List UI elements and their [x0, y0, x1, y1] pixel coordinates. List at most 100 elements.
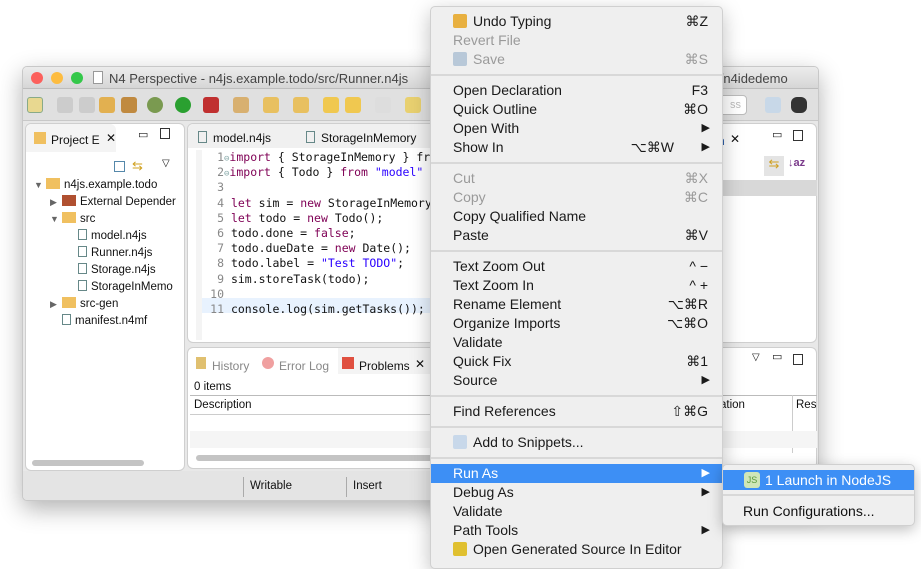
menu-item-copy: Copy ⌘C: [431, 188, 722, 207]
submenu-item-launch-nodejs[interactable]: JS 1 Launch in NodeJS: [723, 470, 914, 490]
forward-icon[interactable]: [375, 97, 391, 113]
code-token: new: [307, 210, 328, 225]
tree-item[interactable]: StorageInMemo: [66, 280, 173, 293]
window-title: N4 Perspective - n4js.example.todo/src/R…: [109, 71, 409, 86]
tree-item[interactable]: model.n4js: [66, 229, 147, 242]
close-tab-icon[interactable]: ✕: [415, 357, 425, 371]
debug-icon[interactable]: [147, 97, 163, 113]
menu-item-validate[interactable]: Validate: [431, 502, 722, 521]
column-resource[interactable]: Res: [796, 399, 816, 411]
close-tab-icon[interactable]: ✕: [730, 132, 740, 146]
tree-item[interactable]: ▶ src-gen: [50, 297, 118, 310]
prev-annotation-icon[interactable]: [293, 97, 309, 113]
tree-item[interactable]: ▼ n4js.example.todo: [34, 178, 157, 191]
menu-item-debug-as[interactable]: Debug As ▶: [431, 483, 722, 502]
minimize-icon[interactable]: ▭: [772, 350, 782, 363]
menu-item-open-declaration[interactable]: Open Declaration F3: [431, 81, 722, 100]
save-icon[interactable]: [57, 97, 73, 113]
nodejs-icon: JS: [744, 472, 760, 488]
file-icon: [78, 263, 87, 274]
line-number: 4: [217, 195, 224, 210]
collapse-all-icon[interactable]: [114, 161, 125, 172]
tree-item[interactable]: ▼ src: [50, 212, 95, 225]
save-all-icon[interactable]: [79, 97, 95, 113]
menu-item-organize-imports[interactable]: Organize Imports ⌥⌘O: [431, 314, 722, 333]
run-icon[interactable]: [175, 97, 191, 113]
open-project-icon[interactable]: [99, 97, 115, 113]
column-description[interactable]: Description: [194, 399, 252, 411]
menu-item-open-generated-source-in-editor[interactable]: Open Generated Source In Editor: [431, 540, 722, 559]
next-annotation-icon[interactable]: [263, 97, 279, 113]
menu-item-show-in[interactable]: Show In ⌥⌘W ▶: [431, 138, 722, 157]
tree-item[interactable]: manifest.n4mf: [50, 314, 147, 327]
submenu-item-run-configurations[interactable]: Run Configurations...: [743, 503, 875, 519]
tree-item[interactable]: Storage.n4js: [66, 263, 156, 276]
collapsed-arrow-icon[interactable]: ▶: [50, 197, 62, 208]
new-icon[interactable]: [27, 97, 43, 113]
menu-item-find-references[interactable]: Find References ⇧⌘G: [431, 402, 722, 421]
collapsed-arrow-icon[interactable]: ▶: [50, 299, 62, 310]
link-editor-icon[interactable]: ⇆: [132, 158, 143, 174]
column-location[interactable]: ation: [720, 399, 745, 411]
file-icon: [78, 280, 87, 291]
view-menu-icon[interactable]: ▽: [162, 158, 170, 169]
expanded-arrow-icon[interactable]: ▼: [50, 214, 62, 224]
back-icon[interactable]: [345, 97, 361, 113]
menu-item-add-to-snippets[interactable]: Add to Snippets...: [431, 433, 722, 452]
minimize-icon[interactable]: ▭: [772, 128, 782, 141]
zoom-window-button[interactable]: [71, 72, 83, 84]
editor-tab-storageinmemory[interactable]: StorageInMemory: [321, 131, 416, 145]
minimize-icon[interactable]: ▭: [138, 128, 148, 141]
submenu-arrow-icon: ▶: [701, 467, 710, 479]
submenu-item-label: 1 Launch in NodeJS: [765, 472, 892, 488]
maximize-icon[interactable]: [793, 130, 803, 141]
minimize-window-button[interactable]: [51, 72, 63, 84]
menu-item-label: Text Zoom Out: [453, 258, 545, 274]
submenu-arrow-icon: ▶: [701, 486, 710, 498]
maximize-icon[interactable]: [793, 354, 803, 365]
last-edit-icon[interactable]: [323, 97, 339, 113]
build-icon[interactable]: [121, 97, 137, 113]
tab-project-explorer[interactable]: Project E: [51, 133, 100, 147]
open-perspective-icon[interactable]: [765, 97, 781, 113]
menu-item-revert-file: Revert File: [431, 31, 722, 50]
n4-perspective-icon[interactable]: [791, 97, 807, 113]
maximize-icon[interactable]: [160, 128, 170, 139]
tree-item[interactable]: ▶ External Depender: [50, 195, 176, 208]
expanded-arrow-icon[interactable]: ▼: [34, 180, 46, 190]
tab-history[interactable]: History: [212, 359, 249, 373]
horizontal-scrollbar[interactable]: [32, 460, 144, 466]
insert-mode-status: Insert: [353, 480, 382, 492]
brush-icon[interactable]: [233, 97, 249, 113]
menu-item-text-zoom-in[interactable]: Text Zoom In ^ +: [431, 276, 722, 295]
menu-item-validate[interactable]: Validate: [431, 333, 722, 352]
code-token: todo =: [258, 210, 308, 225]
pin-icon[interactable]: [405, 97, 421, 113]
tab-problems[interactable]: Problems: [359, 359, 410, 373]
menu-item-text-zoom-out[interactable]: Text Zoom Out ^ −: [431, 257, 722, 276]
close-window-button[interactable]: [31, 72, 43, 84]
menu-item-source[interactable]: Source ▶: [431, 371, 722, 390]
tree-item-label: src-gen: [80, 298, 119, 310]
menu-item-run-as[interactable]: Run As ▶: [431, 464, 722, 483]
view-menu-icon[interactable]: ▽: [752, 352, 760, 363]
menu-item-rename-element[interactable]: Rename Element ⌥⌘R: [431, 295, 722, 314]
link-editor-icon[interactable]: ⇆: [764, 156, 784, 176]
menu-item-paste[interactable]: Paste ⌘V: [431, 226, 722, 245]
editor-tab-model[interactable]: model.n4js: [213, 131, 271, 145]
sort-icon[interactable]: ↓az: [788, 157, 805, 169]
line-number: 1: [217, 150, 224, 164]
code-line: 5 let todo = new Todo();: [202, 211, 383, 226]
close-tab-icon[interactable]: ✕: [106, 131, 116, 145]
tree-item[interactable]: Runner.n4js: [66, 246, 152, 259]
menu-item-copy-qualified-name[interactable]: Copy Qualified Name: [431, 207, 722, 226]
menu-item-undo-typing[interactable]: Undo Typing ⌘Z: [431, 12, 722, 31]
run-external-icon[interactable]: [203, 97, 219, 113]
code-line: 4 let sim = new StorageInMemory: [202, 196, 432, 211]
menu-item-quick-outline[interactable]: Quick Outline ⌘O: [431, 100, 722, 119]
menu-item-quick-fix[interactable]: Quick Fix ⌘1: [431, 352, 722, 371]
snippet-icon: [453, 435, 467, 449]
tab-error-log[interactable]: Error Log: [279, 359, 329, 373]
menu-item-open-with[interactable]: Open With ▶: [431, 119, 722, 138]
menu-item-path-tools[interactable]: Path Tools ▶: [431, 521, 722, 540]
